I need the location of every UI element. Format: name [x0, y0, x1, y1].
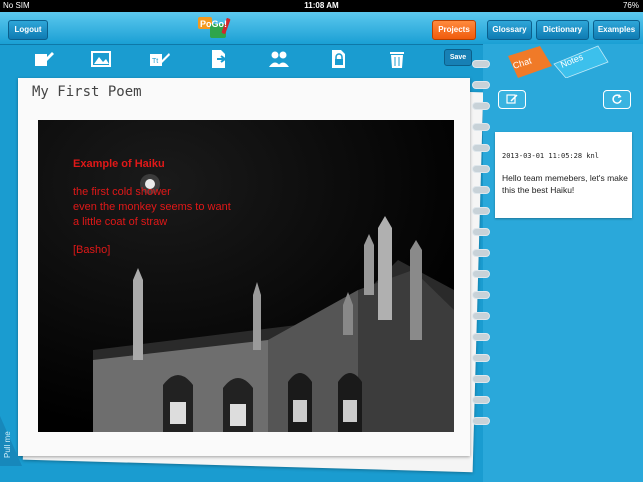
logo-text: PoGo!	[200, 19, 227, 29]
pull-me-handle[interactable]: Pull me	[0, 396, 22, 466]
dictionary-button[interactable]: Dictionary	[536, 20, 589, 40]
note-text: Hello team memebers, let's make this the…	[502, 173, 628, 195]
status-bar: No SIM 11:08 AM 76%	[0, 0, 643, 12]
pencil-square-icon	[506, 94, 518, 104]
new-document-icon[interactable]	[32, 48, 54, 70]
binder-ring	[472, 249, 490, 257]
pull-me-label: Pull me	[3, 431, 12, 458]
binder-ring	[472, 60, 490, 68]
binder-rings	[472, 60, 490, 470]
binder-ring	[472, 102, 490, 110]
image-icon[interactable]	[90, 48, 112, 70]
export-icon[interactable]	[208, 48, 230, 70]
editor-toolbar: Tt	[0, 44, 480, 74]
examples-button[interactable]: Examples	[593, 20, 640, 40]
refresh-icon	[612, 94, 622, 104]
note-card[interactable]: 2013-03-01 11:05:28 knl Hello team memeb…	[495, 132, 632, 218]
binder-ring	[472, 207, 490, 215]
poem-line-1[interactable]: the first cold shower	[73, 186, 171, 198]
binder-ring	[472, 270, 490, 278]
app-logo: PoGo!	[198, 17, 231, 38]
binder-ring	[472, 81, 490, 89]
note-timestamp: 2013-03-01 11:05:28 knl	[502, 152, 599, 160]
binder-ring	[472, 312, 490, 320]
poem-title[interactable]: Example of Haiku	[73, 158, 165, 170]
binder-ring	[472, 186, 490, 194]
save-button[interactable]: Save	[444, 49, 472, 66]
poem-line-2[interactable]: even the monkey seems to want	[73, 201, 231, 213]
edit-note-button[interactable]	[498, 90, 526, 109]
poem-attribution[interactable]: [Basho]	[73, 244, 110, 256]
svg-text:Tt: Tt	[152, 58, 158, 65]
poem-line-3[interactable]: a little coat of straw	[73, 216, 167, 228]
binder-ring	[472, 165, 490, 173]
users-icon[interactable]	[268, 48, 290, 70]
document-title[interactable]: My First Poem	[32, 84, 142, 100]
clock: 11:08 AM	[304, 1, 339, 10]
binder-ring	[472, 228, 490, 236]
binder-ring	[472, 375, 490, 383]
battery-label: 76%	[622, 1, 639, 10]
binder-ring	[472, 333, 490, 341]
text-icon[interactable]: Tt	[148, 48, 170, 70]
glossary-button[interactable]: Glossary	[487, 20, 532, 40]
binder-ring	[472, 417, 490, 425]
projects-button[interactable]: Projects	[432, 20, 476, 40]
side-tabs: Chat Notes	[508, 45, 609, 78]
logout-button[interactable]: Logout	[8, 20, 48, 40]
binder-ring	[472, 291, 490, 299]
binder-ring	[472, 396, 490, 404]
binder-ring	[472, 123, 490, 131]
binder-ring	[472, 354, 490, 362]
refresh-button[interactable]	[603, 90, 631, 109]
lock-document-icon[interactable]	[328, 48, 350, 70]
trash-icon[interactable]	[386, 48, 408, 70]
binder-ring	[472, 144, 490, 152]
